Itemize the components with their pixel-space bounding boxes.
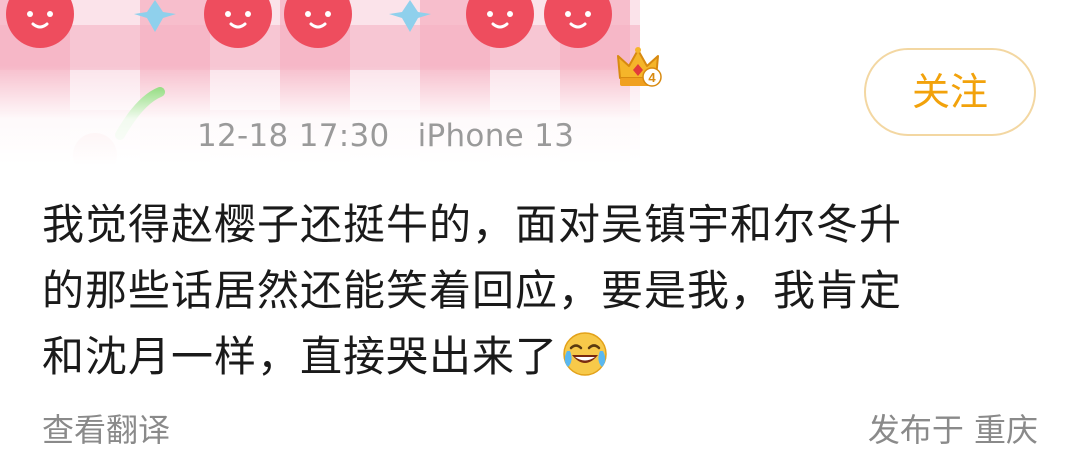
crown-level-text: 4 (648, 70, 656, 85)
crown-icon: 4 (614, 44, 662, 90)
translate-link[interactable]: 查看翻译 (42, 408, 170, 452)
post-meta: 12-18 17:30 iPhone 13 (197, 114, 574, 158)
post-body: 我觉得赵樱子还挺牛的，面对吴镇宇和尔冬升 的那些话居然还能笑着回应，要是我，我肯… (42, 192, 1042, 390)
post-body-text: 和沈月一样，直接哭出来了 (42, 332, 559, 381)
post-device: iPhone 13 (417, 118, 575, 154)
post-body-line: 我觉得赵樱子还挺牛的，面对吴镇宇和尔冬升 (42, 200, 903, 249)
post-body-line-last: 和沈月一样，直接哭出来了 (42, 324, 1042, 390)
follow-button[interactable]: 关注 (864, 48, 1036, 136)
laugh-cry-icon (562, 330, 608, 376)
post-time: 12-18 17:30 (197, 118, 390, 154)
location-text: 发布于 重庆 (867, 411, 1038, 449)
post-body-line: 的那些话居然还能笑着回应，要是我，我肯定 (42, 266, 903, 315)
